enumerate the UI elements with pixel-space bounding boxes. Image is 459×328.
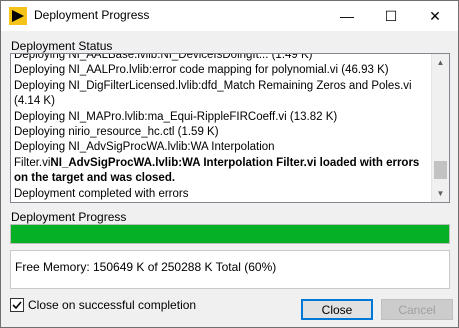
log-line: Deploying NI_MAPro.lvlib:ma_Equi-RippleF… xyxy=(14,110,338,123)
log-line: on the target and was closed. xyxy=(14,172,176,185)
deployment-progress-window: Deployment Progress — ☐ ✕ Deployment Sta… xyxy=(0,0,459,328)
log-line: Deploying nirio_resource_hc.ctl (1.59 K) xyxy=(14,126,219,139)
scrollbar-thumb[interactable] xyxy=(434,161,447,179)
close-on-completion-checkbox[interactable] xyxy=(10,298,24,312)
free-memory-panel: Free Memory: 150649 K of 250288 K Total … xyxy=(10,250,450,289)
log-line-prefix: Filter.vi xyxy=(14,156,51,169)
title-bar: Deployment Progress — ☐ ✕ xyxy=(1,1,458,31)
deployment-progress-label: Deployment Progress xyxy=(11,210,127,224)
maximize-button[interactable]: ☐ xyxy=(369,1,413,31)
minimize-button[interactable]: — xyxy=(325,1,369,31)
log-line: Deploying NI_AALBase.lvlib:NI_DeviceIsDo… xyxy=(14,53,313,61)
scroll-up-arrow-icon[interactable]: ▲ xyxy=(432,54,449,71)
free-memory-text: Free Memory: 150649 K of 250288 K Total … xyxy=(15,260,277,274)
log-text: Deploying NI_AALBase.lvlib:NI_DeviceIsDo… xyxy=(14,53,428,202)
close-button[interactable]: Close xyxy=(301,299,373,320)
log-line: Deploying NI_AdvSigProcWA.lvlib:WA Inter… xyxy=(14,141,275,154)
scroll-down-arrow-icon[interactable]: ▼ xyxy=(432,185,449,202)
log-line: Deployment completed with errors xyxy=(14,187,189,200)
cancel-button[interactable]: Cancel xyxy=(381,299,453,320)
log-line: Deploying NI_DigFilterLicensed.lvlib:dfd… xyxy=(14,79,412,92)
deployment-progress-bar xyxy=(10,224,450,244)
deployment-status-log[interactable]: Deploying NI_AALBase.lvlib:NI_DeviceIsDo… xyxy=(10,53,450,203)
checkmark-icon xyxy=(12,301,22,310)
window-title: Deployment Progress xyxy=(34,8,150,22)
labview-icon xyxy=(9,7,27,25)
close-window-button[interactable]: ✕ xyxy=(413,1,457,31)
log-line: (4.14 K) xyxy=(14,95,55,108)
close-on-completion-label[interactable]: Close on successful completion xyxy=(28,298,196,312)
log-line-error: NI_AdvSigProcWA.lvlib:WA Interpolation F… xyxy=(50,156,420,169)
deployment-status-label: Deployment Status xyxy=(11,39,113,53)
log-line: Filter.viNI_AdvSigProcWA.lvlib:WA Interp… xyxy=(14,156,428,171)
log-scrollbar[interactable]: ▲ ▼ xyxy=(431,54,449,202)
log-line: Deploying NI_AALPro.lvlib:error code map… xyxy=(14,64,389,77)
progress-bar-fill xyxy=(11,225,449,243)
